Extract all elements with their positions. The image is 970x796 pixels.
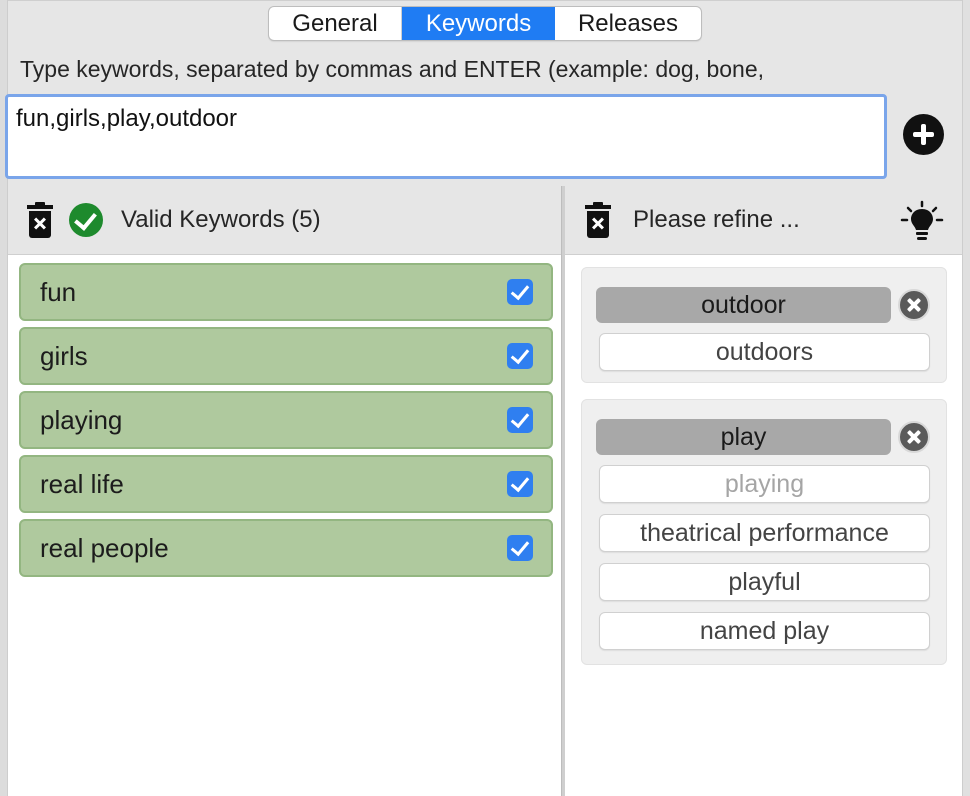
close-circle-icon[interactable] bbox=[898, 289, 930, 321]
refine-group: play playing theatrical performance play… bbox=[581, 399, 947, 665]
instructions-text: Type keywords, separated by commas and E… bbox=[20, 56, 765, 82]
suggestion-chip[interactable]: named play bbox=[599, 612, 930, 650]
trash-icon[interactable] bbox=[585, 202, 611, 238]
keyword-checkbox[interactable] bbox=[507, 535, 533, 561]
tab-bar: General Keywords Releases bbox=[268, 6, 702, 41]
suggestion-chip[interactable]: playful bbox=[599, 563, 930, 601]
refine-title: Please refine ... bbox=[633, 206, 800, 233]
lightbulb-icon[interactable] bbox=[900, 200, 944, 244]
valid-keywords-list: fun girls playing real life real people bbox=[8, 254, 561, 796]
add-keywords-button[interactable] bbox=[903, 114, 944, 155]
tab-general[interactable]: General bbox=[269, 7, 402, 40]
suggestion-chip: playing bbox=[599, 465, 930, 503]
suggestion-chip[interactable]: theatrical performance bbox=[599, 514, 930, 552]
keyword-input[interactable] bbox=[5, 94, 887, 179]
refine-keyword-chip[interactable]: outdoor bbox=[596, 287, 891, 323]
refine-group: outdoor outdoors bbox=[581, 267, 947, 383]
keyword-checkbox[interactable] bbox=[507, 407, 533, 433]
keyword-checkbox[interactable] bbox=[507, 279, 533, 305]
valid-keyword-label: real life bbox=[40, 468, 124, 499]
trash-icon[interactable] bbox=[27, 202, 53, 238]
valid-keywords-header: Valid Keywords (5) bbox=[8, 186, 561, 254]
valid-keyword-label: real people bbox=[40, 532, 169, 563]
check-circle-icon bbox=[69, 203, 103, 237]
valid-keywords-title: Valid Keywords (5) bbox=[121, 206, 321, 233]
suggestion-chip[interactable]: outdoors bbox=[599, 333, 930, 371]
tab-releases[interactable]: Releases bbox=[555, 7, 701, 40]
valid-keyword-label: girls bbox=[40, 340, 88, 371]
tab-keywords[interactable]: Keywords bbox=[402, 7, 555, 40]
valid-keyword-item[interactable]: real life bbox=[19, 455, 553, 513]
window-right-edge bbox=[962, 0, 970, 796]
window-top-border bbox=[0, 0, 970, 1]
close-circle-icon[interactable] bbox=[898, 421, 930, 453]
keyword-checkbox[interactable] bbox=[507, 343, 533, 369]
valid-keyword-label: fun bbox=[40, 276, 77, 307]
valid-keyword-item[interactable]: real people bbox=[19, 519, 553, 577]
valid-keyword-item[interactable]: girls bbox=[19, 327, 553, 385]
valid-keyword-label: playing bbox=[40, 404, 123, 435]
refine-list: outdoor outdoors play playing theatrical… bbox=[565, 254, 962, 796]
keyword-checkbox[interactable] bbox=[507, 471, 533, 497]
refine-header: Please refine ... bbox=[565, 186, 962, 254]
valid-keyword-item[interactable]: playing bbox=[19, 391, 553, 449]
refine-keyword-chip[interactable]: play bbox=[596, 419, 891, 455]
valid-keyword-item[interactable]: fun bbox=[19, 263, 553, 321]
